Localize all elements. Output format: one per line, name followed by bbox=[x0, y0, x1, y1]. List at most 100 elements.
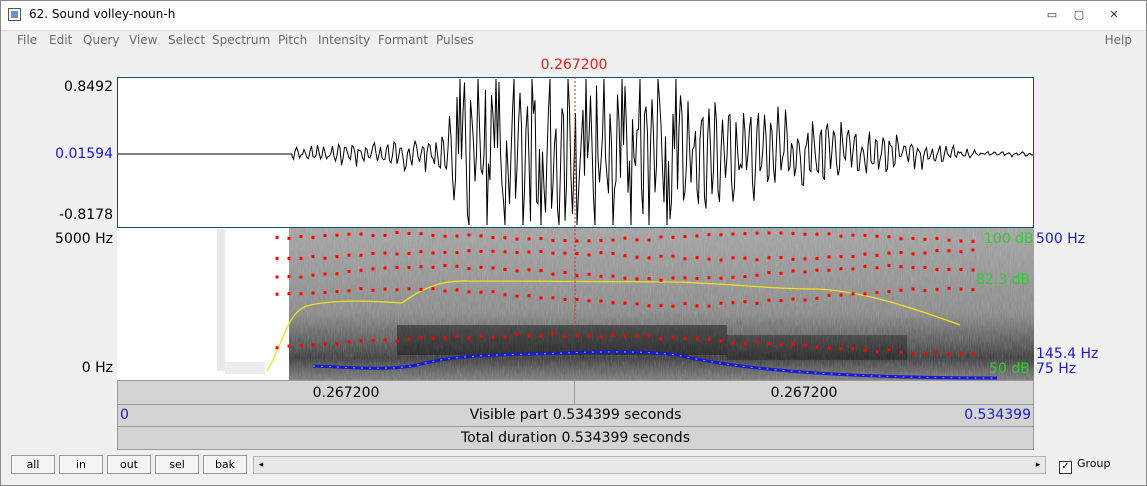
zoom-out-button[interactable]: out bbox=[107, 455, 151, 474]
intensity-min-label: 50 dB bbox=[989, 361, 1030, 377]
horizontal-scrollbar[interactable]: ◂ ▸ bbox=[253, 456, 1046, 474]
scroll-left-arrow-icon[interactable]: ◂ bbox=[254, 457, 268, 473]
formant-point bbox=[875, 350, 879, 354]
formant-point bbox=[863, 233, 867, 237]
formant-point bbox=[323, 234, 327, 238]
menu-select[interactable]: Select bbox=[168, 33, 205, 47]
formant-point bbox=[443, 289, 447, 293]
formant-point bbox=[863, 348, 867, 352]
menu-help[interactable]: Help bbox=[1105, 33, 1132, 47]
formant-point bbox=[839, 293, 843, 297]
time-segment-right[interactable]: 0.267200 bbox=[574, 380, 1034, 405]
formant-point bbox=[503, 250, 507, 254]
group-checkbox[interactable]: ✓ Group bbox=[1059, 457, 1111, 474]
formant-point bbox=[743, 342, 747, 346]
formant-point bbox=[455, 264, 459, 268]
time-segment-left[interactable]: 0.267200 bbox=[117, 380, 575, 405]
formant-point bbox=[575, 274, 579, 278]
formant-point bbox=[683, 257, 687, 261]
formant-point bbox=[383, 251, 387, 255]
window-title: 62. Sound volley-noun-h bbox=[29, 7, 176, 21]
formant-point bbox=[731, 301, 735, 305]
formant-point bbox=[635, 334, 639, 338]
formant-point bbox=[863, 292, 867, 296]
sound-plot-area[interactable] bbox=[117, 77, 1034, 381]
formant-point bbox=[371, 288, 375, 292]
menu-query[interactable]: Query bbox=[83, 33, 119, 47]
zoom-selection-button[interactable]: sel bbox=[155, 455, 199, 474]
maximize-button[interactable]: ▢ bbox=[1065, 5, 1093, 25]
formant-point bbox=[623, 254, 627, 258]
pitch-bottom-label: 75 Hz bbox=[1036, 361, 1077, 377]
formant-point bbox=[635, 302, 639, 306]
formant-point bbox=[287, 344, 291, 348]
formant-point bbox=[479, 250, 483, 254]
formant-point bbox=[923, 251, 927, 255]
formant-point bbox=[515, 237, 519, 241]
formant-point bbox=[527, 237, 531, 241]
formant-point bbox=[815, 296, 819, 300]
formant-point bbox=[407, 287, 411, 291]
formant-point bbox=[503, 267, 507, 271]
formant-point bbox=[779, 271, 783, 275]
formant-point bbox=[635, 255, 639, 259]
formant-point bbox=[695, 276, 699, 280]
formant-point bbox=[959, 287, 963, 291]
formant-point bbox=[659, 303, 663, 307]
menu-spectrum[interactable]: Spectrum bbox=[212, 33, 270, 47]
menu-intensity[interactable]: Intensity bbox=[318, 33, 370, 47]
zoom-back-button[interactable]: bak bbox=[203, 455, 247, 474]
formant-point bbox=[695, 304, 699, 308]
formant-point bbox=[911, 236, 915, 240]
formant-point bbox=[527, 334, 531, 338]
formant-point bbox=[359, 253, 363, 257]
bottom-toolbar: all in out sel bak ◂ ▸ ✓ Group bbox=[1, 452, 1146, 483]
formant-point bbox=[575, 252, 579, 256]
formant-point bbox=[287, 256, 291, 260]
formant-point bbox=[899, 250, 903, 254]
time-segment-right-label: 0.267200 bbox=[770, 385, 838, 401]
formant-point bbox=[623, 236, 627, 240]
formant-point bbox=[827, 268, 831, 272]
menu-formant[interactable]: Formant bbox=[378, 33, 428, 47]
formant-point bbox=[287, 275, 291, 279]
menu-pitch[interactable]: Pitch bbox=[278, 33, 307, 47]
formant-point bbox=[671, 335, 675, 339]
minimize-button[interactable]: ▭ bbox=[1038, 5, 1066, 25]
menu-edit[interactable]: Edit bbox=[49, 33, 72, 47]
zoom-all-button[interactable]: all bbox=[11, 455, 55, 474]
formant-point bbox=[323, 272, 327, 276]
menu-file[interactable]: File bbox=[17, 33, 37, 47]
formant-point bbox=[875, 266, 879, 270]
visible-part-bar[interactable]: 0 Visible part 0.534399 seconds 0.534399 bbox=[117, 404, 1034, 427]
formant-point bbox=[275, 256, 279, 260]
formant-point bbox=[431, 233, 435, 237]
formant-point bbox=[707, 276, 711, 280]
formant-point bbox=[587, 239, 591, 243]
checkbox-check-icon[interactable]: ✓ bbox=[1059, 461, 1072, 474]
formant-point bbox=[539, 237, 543, 241]
formant-point bbox=[803, 257, 807, 261]
formant-point bbox=[647, 304, 651, 308]
zoom-in-button[interactable]: in bbox=[59, 455, 103, 474]
menu-view[interactable]: View bbox=[129, 33, 157, 47]
formant-point bbox=[887, 348, 891, 352]
formant-point bbox=[347, 340, 351, 344]
formant-point bbox=[683, 276, 687, 280]
total-duration-bar[interactable]: Total duration 0.534399 seconds bbox=[117, 426, 1034, 450]
menu-pulses[interactable]: Pulses bbox=[436, 33, 474, 47]
formant-point bbox=[491, 335, 495, 339]
formant-point bbox=[647, 277, 651, 281]
close-button[interactable]: ✕ bbox=[1100, 5, 1128, 25]
visible-part-label: Visible part 0.534399 seconds bbox=[469, 407, 682, 423]
formant-point bbox=[467, 249, 471, 253]
formant-point bbox=[791, 231, 795, 235]
formant-point bbox=[659, 254, 663, 258]
formant-point bbox=[863, 264, 867, 268]
formant-point bbox=[935, 287, 939, 291]
formant-point bbox=[935, 268, 939, 272]
scroll-right-arrow-icon[interactable]: ▸ bbox=[1031, 457, 1045, 473]
formant-point bbox=[407, 252, 411, 256]
formant-point bbox=[671, 276, 675, 280]
formant-point bbox=[503, 293, 507, 297]
